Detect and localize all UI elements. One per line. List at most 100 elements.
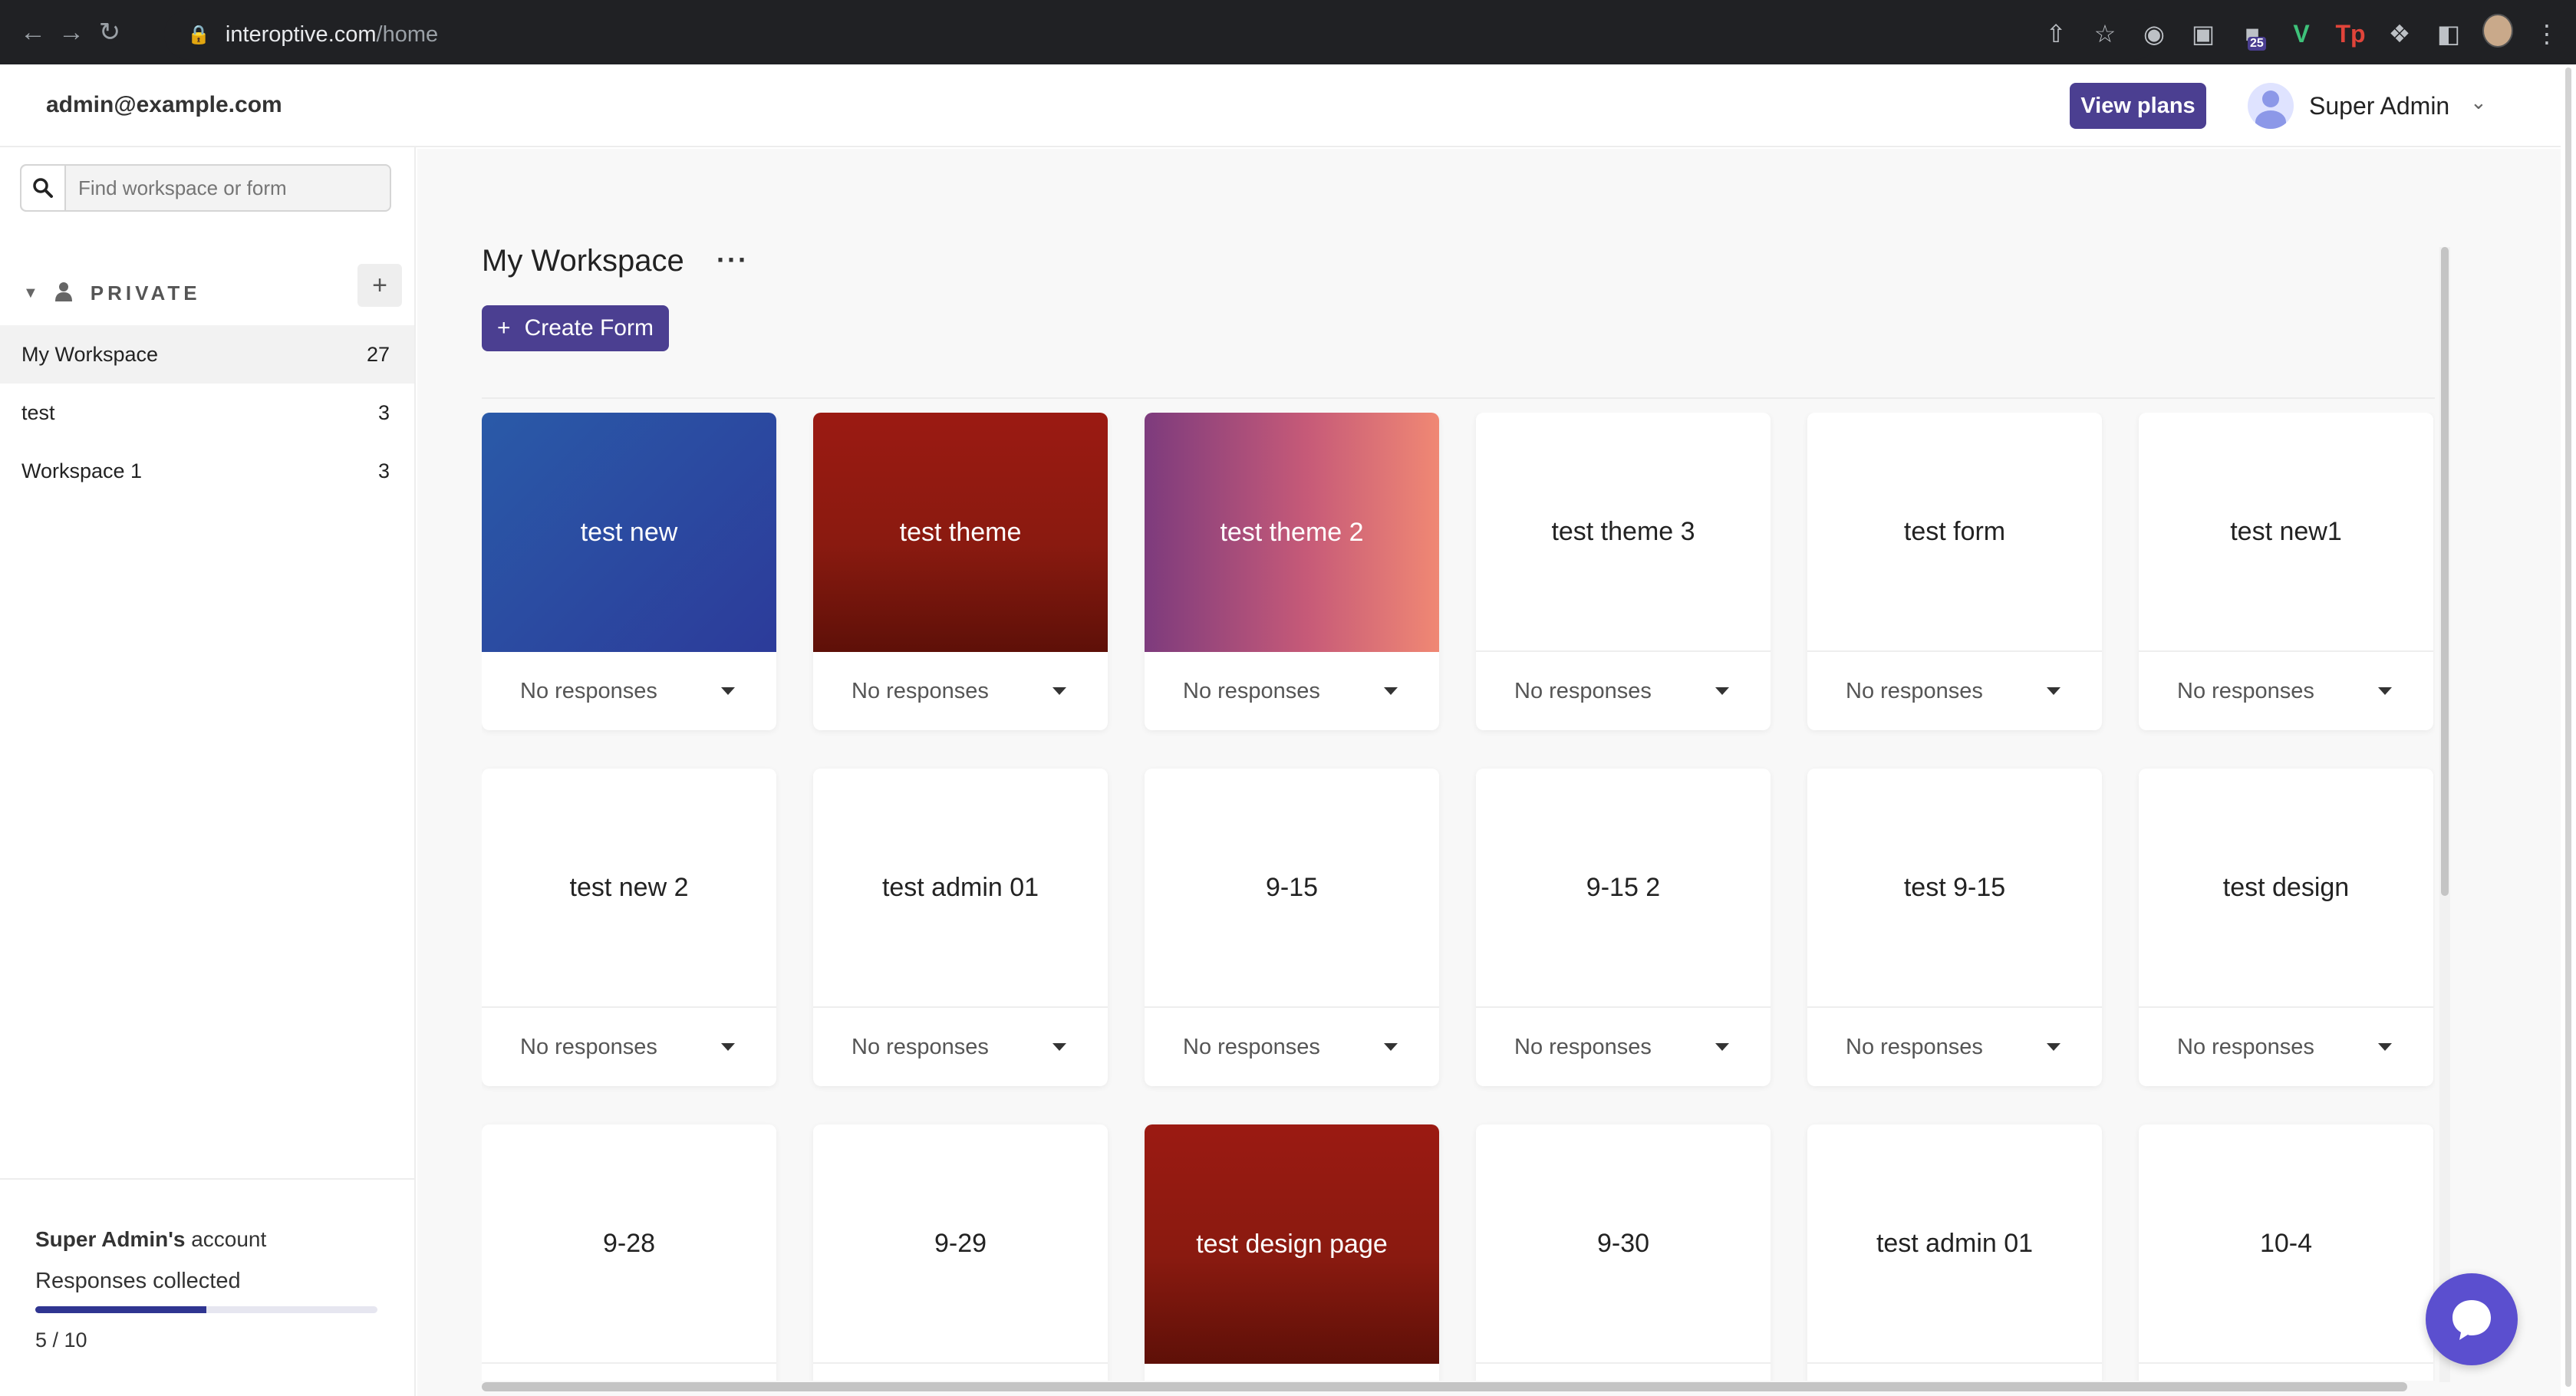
form-card-footer[interactable]: No responses [1145,652,1439,730]
form-card[interactable]: test new No responses [482,413,776,730]
search-input[interactable] [78,176,385,200]
form-card-footer[interactable]: No responses [813,652,1108,730]
form-card[interactable]: test form No responses [1807,413,2102,730]
form-card-footer[interactable] [1476,1364,1771,1381]
form-card[interactable]: 9-29 [813,1124,1108,1381]
form-card[interactable]: 9-15 No responses [1145,769,1439,1086]
form-card-footer[interactable] [482,1364,776,1381]
form-card-footer[interactable]: No responses [2139,1008,2433,1086]
extensions-puzzle-icon[interactable]: ❖ [2384,19,2415,48]
profile-icon[interactable] [2482,14,2513,54]
form-card-footer[interactable]: No responses [1145,1008,1439,1086]
form-card-cover[interactable]: 9-28 [482,1124,776,1364]
address-bar[interactable]: 🔒 interoptive.com/home [164,9,2159,60]
form-card-cover[interactable]: test new [482,413,776,652]
workspace-item[interactable]: Workspace 1 3 [0,442,414,500]
form-card-footer[interactable] [813,1364,1108,1381]
form-card-cover[interactable]: test admin 01 [1807,1124,2102,1364]
form-card-cover[interactable]: test 9-15 [1807,769,2102,1008]
caret-down-icon[interactable] [2047,1043,2060,1051]
form-card-footer[interactable] [1145,1364,1439,1381]
form-card-cover[interactable]: 9-15 2 [1476,769,1771,1008]
share-icon[interactable]: ⇧ [2041,19,2071,48]
form-card-cover[interactable]: test theme [813,413,1108,652]
form-card-title: test admin 01 [881,872,1039,902]
vertical-scrollbar[interactable] [2439,247,2450,1382]
form-card[interactable]: 10-4 [2139,1124,2433,1381]
form-card[interactable]: test design page [1145,1124,1439,1381]
private-section-header[interactable]: ▼ PRIVATE [23,270,399,316]
main-content: My Workspace ··· + Create Form test new N… [417,149,2561,1396]
form-card-footer[interactable]: No responses [813,1008,1108,1086]
caret-down-icon[interactable] [1384,1043,1398,1051]
workspace-item[interactable]: test 3 [0,384,414,442]
caret-down-icon[interactable] [1052,1043,1066,1051]
horizontal-scrollbar[interactable] [482,1382,2407,1393]
form-card-footer[interactable]: No responses [1807,1008,2102,1086]
form-card-footer[interactable]: No responses [1476,1008,1771,1086]
form-card-cover[interactable]: test new1 [2139,413,2433,652]
side-panel-icon[interactable]: ◧ [2433,19,2464,48]
extension-v-icon[interactable]: V [2286,20,2317,48]
caret-down-icon[interactable] [2378,1043,2392,1051]
form-card-cover[interactable]: test design [2139,769,2433,1008]
reload-icon[interactable]: ↻ [91,13,129,51]
form-card[interactable]: test theme 3 No responses [1476,413,1771,730]
user-avatar[interactable] [2248,83,2294,129]
form-card-cover[interactable]: 9-29 [813,1124,1108,1364]
form-card[interactable]: test theme 2 No responses [1145,413,1439,730]
form-card[interactable]: test 9-15 No responses [1807,769,2102,1086]
page-scrollbar[interactable] [2561,64,2576,1396]
form-card-cover[interactable]: test design page [1145,1124,1439,1364]
form-card-footer[interactable] [1807,1364,2102,1381]
caret-down-icon[interactable] [1715,687,1729,695]
user-menu-name[interactable]: Super Admin [2309,92,2449,120]
caret-down-icon[interactable]: ▼ [23,285,38,302]
form-card-cover[interactable]: test new 2 [482,769,776,1008]
form-card[interactable]: test design No responses [2139,769,2433,1086]
form-card[interactable]: test admin 01 No responses [813,769,1108,1086]
form-card-cover[interactable]: 9-30 [1476,1124,1771,1364]
form-card-cover[interactable]: test form [1807,413,2102,652]
chevron-down-icon[interactable]: ⌄ [2470,91,2487,114]
form-card-cover[interactable]: test admin 01 [813,769,1108,1008]
bookmark-star-icon[interactable]: ☆ [2090,19,2120,48]
back-icon[interactable]: ← [14,13,52,51]
form-card[interactable]: 9-30 [1476,1124,1771,1381]
caret-down-icon[interactable] [2047,687,2060,695]
caret-down-icon[interactable] [1384,687,1398,695]
form-card-cover[interactable]: test theme 2 [1145,413,1439,652]
form-card-footer[interactable] [2139,1364,2433,1381]
caret-down-icon[interactable] [1052,687,1066,695]
form-card[interactable]: test new 2 No responses [482,769,776,1086]
forward-icon[interactable]: → [52,13,91,51]
form-card[interactable]: test admin 01 [1807,1124,2102,1381]
form-card-footer[interactable]: No responses [482,652,776,730]
extension-tp-icon[interactable]: Tp [2335,20,2366,48]
caret-down-icon[interactable] [721,1043,735,1051]
form-card-footer[interactable]: No responses [1476,652,1771,730]
form-card-cover[interactable]: 10-4 [2139,1124,2433,1364]
create-form-button[interactable]: + Create Form [482,305,669,351]
form-card[interactable]: test theme No responses [813,413,1108,730]
form-card-cover[interactable]: test theme 3 [1476,413,1771,652]
workspace-item[interactable]: My Workspace 27 [0,325,414,384]
form-card[interactable]: 9-28 [482,1124,776,1381]
extension-badge-icon[interactable]: ■ 25 [2237,20,2268,51]
chat-widget-button[interactable] [2426,1273,2518,1365]
form-card[interactable]: test new1 No responses [2139,413,2433,730]
caret-down-icon[interactable] [721,687,735,695]
more-options-icon[interactable]: ··· [716,244,749,276]
form-card-cover[interactable]: 9-15 [1145,769,1439,1008]
form-card-footer[interactable]: No responses [482,1008,776,1086]
form-card-footer[interactable]: No responses [2139,652,2433,730]
extension-globe-icon[interactable]: ◉ [2139,19,2169,48]
view-plans-button[interactable]: View plans [2070,83,2206,129]
chrome-menu-icon[interactable]: ⋮ [2532,19,2562,48]
caret-down-icon[interactable] [2378,687,2392,695]
extension-camera-icon[interactable]: ▣ [2188,19,2219,48]
caret-down-icon[interactable] [1715,1043,1729,1051]
add-workspace-button[interactable]: + [357,264,402,307]
form-card-footer[interactable]: No responses [1807,652,2102,730]
form-card[interactable]: 9-15 2 No responses [1476,769,1771,1086]
